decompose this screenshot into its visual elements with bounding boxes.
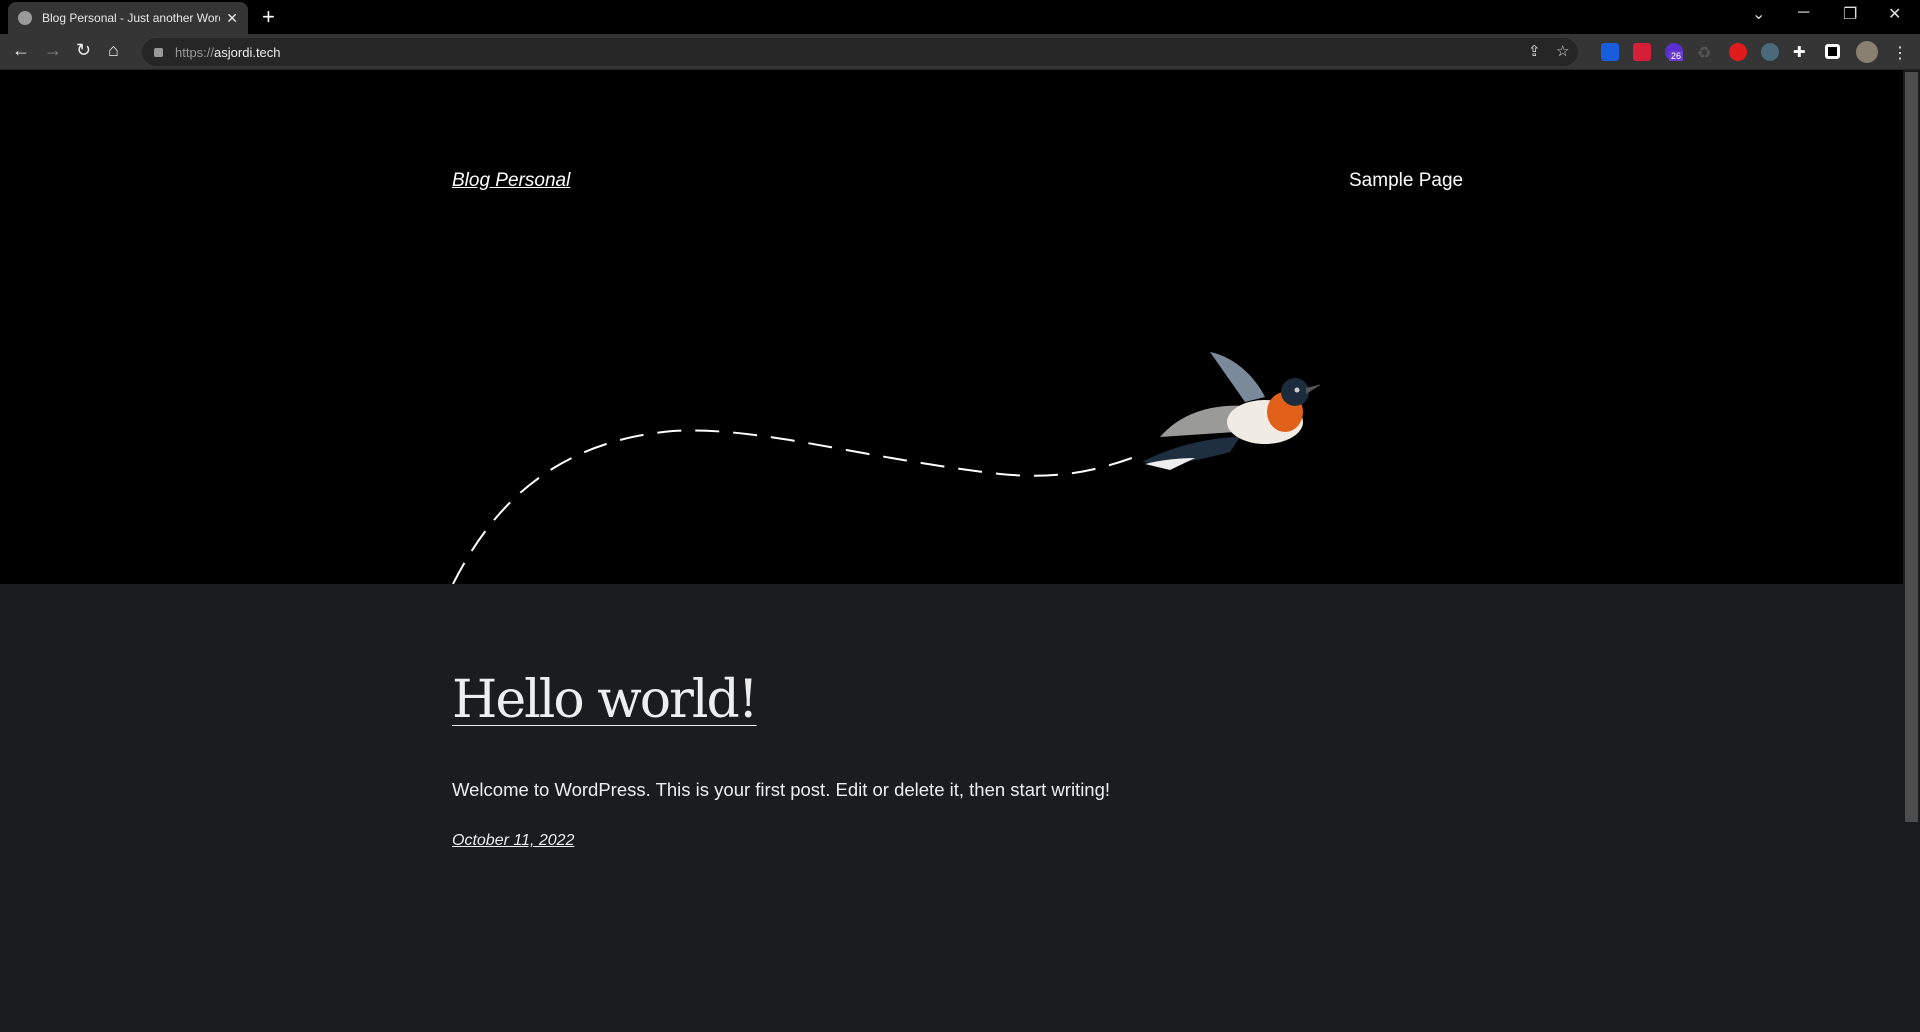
scrollbar-thumb[interactable] (1905, 72, 1918, 822)
minimize-button[interactable]: ─ (1798, 4, 1809, 22)
web-page: Blog Personal Sample Page Hello world! W… (0, 70, 1903, 1032)
bookmark-star-icon[interactable]: ☆ (1556, 42, 1569, 60)
close-tab-icon[interactable]: ✕ (226, 10, 238, 27)
address-bar[interactable]: https:// asjordi.tech ⇪ ☆ (142, 38, 1578, 66)
mendeley-icon[interactable] (1633, 43, 1651, 61)
purple-extension-icon[interactable]: 26 (1665, 43, 1684, 61)
adblock-hand-icon[interactable] (1729, 43, 1747, 61)
browser-toolbar: ← → ↻ ⌂ https:// asjordi.tech ⇪ ☆ 26 ♻ ✚… (0, 34, 1920, 70)
extensions-puzzle-icon[interactable]: ✚ (1793, 43, 1811, 61)
restore-button[interactable]: ❐ (1843, 4, 1857, 24)
avatar[interactable] (1856, 41, 1878, 63)
post-excerpt: Welcome to WordPress. This is your first… (452, 779, 1111, 800)
home-button[interactable]: ⌂ (108, 40, 119, 61)
browser-tab[interactable]: Blog Personal - Just another WordPress s… (8, 2, 248, 34)
back-button[interactable]: ← (12, 40, 30, 61)
side-panel-icon[interactable] (1825, 44, 1840, 59)
forward-button[interactable]: → (44, 40, 62, 61)
dashed-flight-path (452, 429, 1141, 584)
recycle-icon[interactable]: ♻ (1697, 43, 1715, 62)
new-tab-button[interactable]: + (262, 4, 275, 30)
glasses-icon[interactable] (1761, 43, 1779, 61)
globe-icon (18, 11, 32, 25)
close-window-button[interactable]: ✕ (1888, 4, 1901, 24)
post-title-link[interactable]: Hello world! (452, 670, 759, 730)
lock-icon (154, 47, 163, 57)
post-date-link[interactable]: October 11, 2022 (452, 832, 574, 850)
menu-kebab-icon[interactable]: ⋮ (1892, 43, 1910, 62)
tab-strip: Blog Personal - Just another WordPress s… (0, 0, 1920, 34)
url-protocol: https:// (175, 44, 215, 60)
extension-badge: 26 (1669, 51, 1684, 61)
tab-title: Blog Personal - Just another WordPress s… (42, 11, 220, 25)
site-header: Blog Personal Sample Page (0, 70, 1903, 584)
bird-illustration (1142, 352, 1320, 470)
reload-button[interactable]: ↻ (76, 40, 91, 61)
share-icon[interactable]: ⇪ (1528, 42, 1541, 60)
bitwarden-icon[interactable] (1601, 43, 1619, 61)
tab-search-icon[interactable]: ⌄ (1752, 4, 1765, 24)
url-host: asjordi.tech (214, 44, 281, 60)
page-scrollbar[interactable] (1903, 70, 1920, 1032)
